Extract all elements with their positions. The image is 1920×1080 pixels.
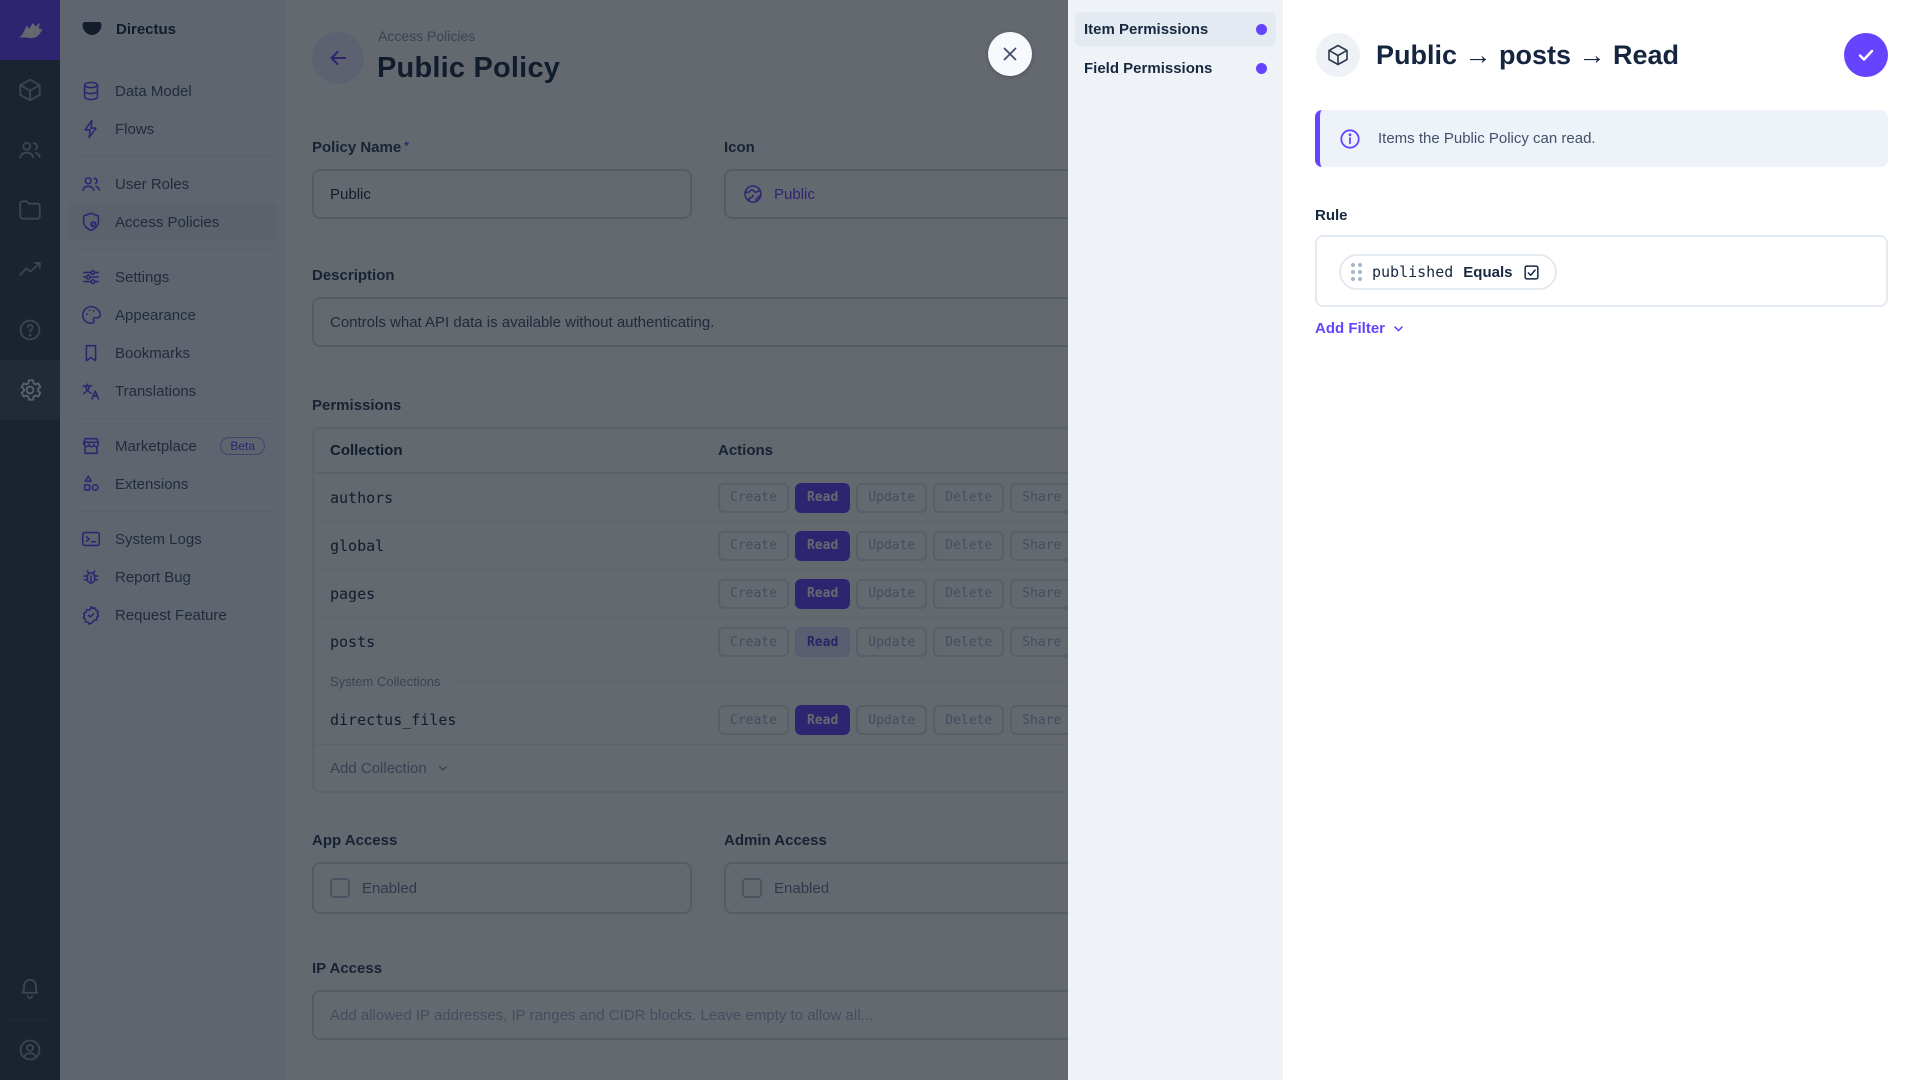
chevron-down-icon: [1390, 320, 1407, 337]
rule-label: Rule: [1315, 207, 1348, 224]
close-icon: [999, 43, 1021, 65]
active-rule-dot: [1256, 62, 1267, 74]
permissions-drawer: Item Permissions Field Permissions Publi…: [1068, 0, 1920, 1080]
add-filter-label: Add Filter: [1315, 320, 1385, 337]
save-button[interactable]: [1844, 33, 1888, 77]
drag-handle-icon[interactable]: [1351, 263, 1362, 281]
info-notice: Items the Public Policy can read.: [1315, 110, 1888, 167]
tab-field-permissions[interactable]: Field Permissions: [1075, 51, 1276, 85]
modal-overlay[interactable]: [0, 0, 1068, 1080]
checkbox-checked-icon[interactable]: [1522, 263, 1541, 282]
drawer-header-icon: [1316, 33, 1360, 77]
drawer-tab-list: Item Permissions Field Permissions: [1068, 0, 1283, 1080]
rule-editor: published Equals: [1315, 235, 1888, 307]
tab-item-permissions[interactable]: Item Permissions: [1075, 12, 1276, 46]
filter-pill[interactable]: published Equals: [1339, 254, 1558, 290]
drawer-content: Public → posts → Read Items the Public P…: [1283, 0, 1920, 1080]
notice-text: Items the Public Policy can read.: [1378, 130, 1596, 147]
active-rule-dot: [1256, 23, 1267, 35]
drawer-title: Public → posts → Read: [1376, 40, 1680, 70]
filter-operator[interactable]: Equals: [1463, 264, 1512, 281]
add-filter-button[interactable]: Add Filter: [1315, 320, 1407, 337]
tab-label: Field Permissions: [1084, 59, 1213, 77]
check-icon: [1854, 43, 1878, 67]
tab-label: Item Permissions: [1084, 20, 1209, 38]
info-icon: [1338, 127, 1362, 151]
filter-field[interactable]: published: [1372, 263, 1453, 281]
directus-app: Directus Data Model Flows User Roles Acc…: [0, 0, 1920, 1080]
cube-icon: [1326, 43, 1350, 67]
drawer-close-button[interactable]: [988, 32, 1032, 76]
